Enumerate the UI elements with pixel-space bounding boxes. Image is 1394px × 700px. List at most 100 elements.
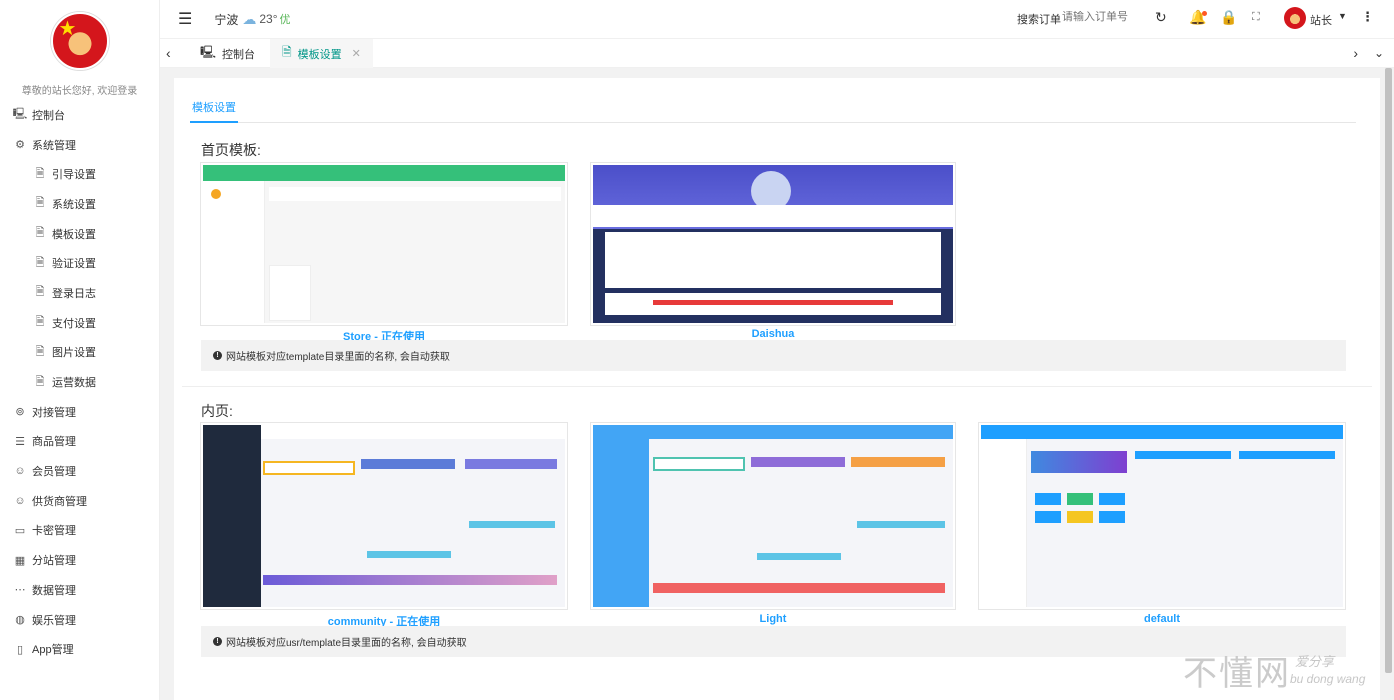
sidebar-nav: 🖳 控制台 ⚙ 系统管理 🗎 引导设置 🗎 系统设置 🗎 模板设置 🗎 验证设置 🗎 登录日志 🗎 支付设置 🗎… (0, 100, 159, 664)
file-icon: 🗎 (35, 286, 45, 299)
link-icon: ⊚ (15, 406, 25, 419)
home-section-title: 首页模板: (201, 142, 261, 158)
sidebar-item-label: 卡密管理 (32, 525, 76, 538)
sidebar-item[interactable]: ▯ App管理 (0, 634, 159, 664)
sidebar-item[interactable]: 🗎 系统设置 (0, 189, 159, 219)
cloud-icon: ☁ (242, 10, 257, 27)
user-icon: ☺ (14, 494, 26, 507)
scrollbar[interactable] (1385, 68, 1392, 673)
tab-template-settings[interactable]: 🗎 模板设置 ✕ (270, 39, 373, 68)
sidebar-item[interactable]: ⊚ 对接管理 (0, 397, 159, 427)
file-icon: 🗎 (282, 45, 292, 59)
sidebar-item-label: 图片设置 (52, 347, 96, 360)
search-label: 搜索订单 (1017, 14, 1061, 26)
sidebar-item-label: App管理 (32, 644, 74, 657)
order-search-input[interactable] (1062, 11, 1142, 23)
tab-label: 控制台 (222, 48, 256, 61)
sidebar-item-label: 数据管理 (32, 584, 76, 597)
sidebar-item-label: 商品管理 (32, 436, 76, 449)
file-icon: 🗎 (35, 375, 45, 388)
sidebar-item-label: 供货商管理 (32, 495, 87, 508)
watermark-pinyin: bu dong wang (1290, 672, 1366, 686)
lock-icon[interactable]: 🔒 (1220, 9, 1237, 26)
sidebar-item-label: 会员管理 (32, 466, 76, 479)
user-icon: ☺ (14, 465, 26, 478)
sidebar-item-label: 系统设置 (52, 198, 96, 211)
welcome-text: 尊敬的站长您好, 欢迎登录 (21, 86, 138, 97)
file-icon: 🗎 (35, 316, 45, 329)
database-icon: ☰ (15, 435, 25, 448)
user-avatar[interactable] (1284, 7, 1306, 29)
sidebar-item[interactable]: 🖳 控制台 (0, 100, 159, 130)
chevron-right-icon[interactable]: › (1353, 45, 1358, 61)
sidebar-item-label: 登录日志 (52, 287, 96, 300)
template-name: Daishua (751, 328, 795, 340)
dots-icon: ⋯ (14, 584, 26, 597)
file-icon: 🗎 (35, 227, 45, 240)
sidebar-item[interactable]: 🗎 登录日志 (0, 278, 159, 308)
file-icon: 🗎 (35, 345, 45, 358)
grid-icon: ▦ (14, 554, 26, 567)
avatar[interactable] (50, 12, 109, 70)
subtab-template-settings[interactable]: 模板设置 (190, 94, 238, 123)
weather-city: 宁波 (214, 12, 239, 27)
sidebar-item-label: 引导设置 (52, 169, 96, 182)
chevron-left-icon[interactable]: ‹ (166, 45, 171, 61)
monitor-icon: 🖳 (200, 45, 217, 59)
sidebar-item-label: 控制台 (32, 109, 65, 122)
sidebar-item-label: 娱乐管理 (32, 614, 76, 627)
tab-label: 模板设置 (297, 48, 342, 61)
watermark-tagline: 爱分享 (1295, 654, 1335, 669)
close-icon[interactable]: ✕ (352, 47, 361, 60)
game-icon: ◍ (15, 614, 25, 627)
template-thumbnail-store[interactable] (200, 162, 568, 326)
info-icon: ! (213, 637, 222, 646)
sidebar-item[interactable]: 🗎 引导设置 (0, 159, 159, 189)
sidebar-item[interactable]: 🗎 验证设置 (0, 248, 159, 278)
monitor-icon: 🖳 (12, 108, 28, 121)
weather-temperature: 23° (259, 12, 278, 26)
template-thumbnail-light[interactable] (590, 422, 956, 610)
sidebar-item[interactable]: ☺ 会员管理 (0, 456, 159, 486)
sidebar-item[interactable]: 🗎 图片设置 (0, 338, 159, 368)
tab-dashboard[interactable]: 🖳 控制台 (188, 39, 267, 68)
sidebar-item[interactable]: ⋯ 数据管理 (0, 575, 159, 605)
sidebar-item[interactable]: 🗎 模板设置 (0, 219, 159, 249)
notice-text: 网站模板对应usr/template目录里面的名称, 会自动获取 (226, 638, 467, 649)
menu-toggle-icon[interactable]: ☰ (178, 9, 192, 29)
section-divider (182, 386, 1372, 387)
chevron-down-icon[interactable]: ⌄ (1374, 46, 1384, 60)
inner-section-title: 内页: (201, 403, 233, 419)
sidebar-item[interactable]: 🗎 支付设置 (0, 308, 159, 338)
sidebar-item-label: 对接管理 (32, 406, 76, 419)
sidebar-item-label: 系统管理 (32, 139, 76, 152)
template-thumbnail-default[interactable] (978, 422, 1346, 610)
user-name[interactable]: 站长 (1310, 12, 1332, 28)
sidebar-item-label: 分站管理 (32, 555, 76, 568)
sidebar-item[interactable]: ▦ 分站管理 (0, 545, 159, 575)
sidebar-item[interactable]: ▭ 卡密管理 (0, 516, 159, 546)
sidebar-item-label: 验证设置 (52, 258, 96, 271)
file-icon: 🗎 (35, 197, 45, 210)
fullscreen-icon[interactable]: ⛶ (1252, 11, 1260, 24)
watermark-logo: 不懂网 (1183, 654, 1291, 694)
template-thumbnail-daishua[interactable] (590, 162, 956, 326)
sidebar-item-label: 运营数据 (52, 377, 96, 390)
template-name: Light (759, 613, 787, 625)
file-icon: 🗎 (35, 256, 45, 269)
sidebar-item-label: 模板设置 (52, 228, 96, 241)
sidebar-item[interactable]: ☰ 商品管理 (0, 427, 159, 457)
sidebar-item[interactable]: ◍ 娱乐管理 (0, 605, 159, 635)
sidebar-item[interactable]: ☺ 供货商管理 (0, 486, 159, 516)
tab-bar: ‹ 🖳 控制台 🗎 模板设置 ✕ › ⌄ (160, 38, 1394, 68)
template-thumbnail-community[interactable] (200, 422, 568, 610)
phone-icon: ▯ (16, 643, 24, 656)
card-icon: ▭ (14, 524, 26, 537)
more-icon[interactable]: ⋮ (1361, 9, 1374, 25)
refresh-icon[interactable]: ↻ (1155, 9, 1167, 26)
sidebar-item[interactable]: ⚙ 系统管理 (0, 130, 159, 160)
sidebar-item[interactable]: 🗎 运营数据 (0, 367, 159, 397)
gear-icon: ⚙ (15, 139, 25, 152)
chevron-down-icon[interactable]: ▼ (1338, 11, 1347, 21)
air-quality: 优 (279, 14, 291, 26)
